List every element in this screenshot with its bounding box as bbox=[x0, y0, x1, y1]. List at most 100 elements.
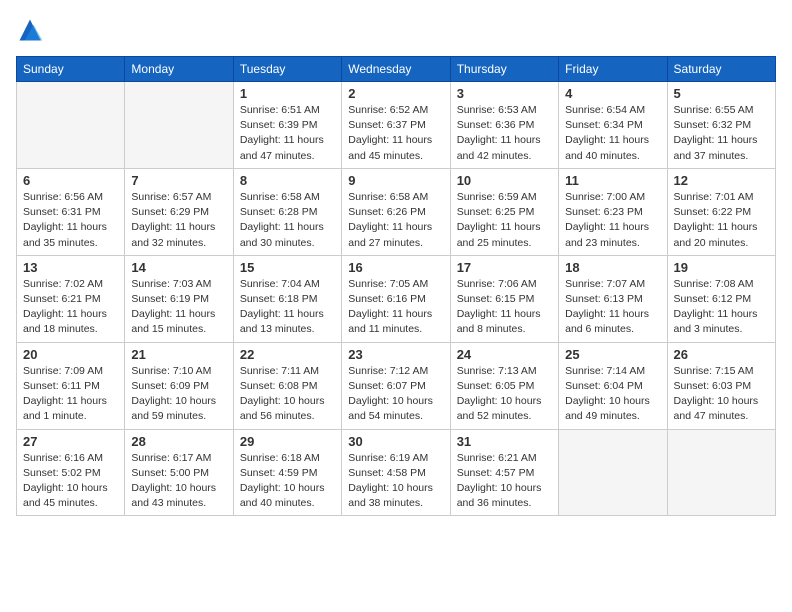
day-info: Sunrise: 7:03 AM Sunset: 6:19 PM Dayligh… bbox=[131, 277, 226, 338]
weekday-header-row: SundayMondayTuesdayWednesdayThursdayFrid… bbox=[17, 57, 776, 82]
calendar-cell bbox=[17, 82, 125, 169]
day-number: 4 bbox=[565, 86, 660, 101]
calendar-cell: 14 Sunrise: 7:03 AM Sunset: 6:19 PM Dayli… bbox=[125, 255, 233, 342]
day-info: Sunrise: 6:53 AM Sunset: 6:36 PM Dayligh… bbox=[457, 103, 552, 164]
calendar-week-row: 13Sunrise: 7:02 AM Sunset: 6:21 PM Dayli… bbox=[17, 255, 776, 342]
calendar-cell: 29 Sunrise: 6:18 AM Sunset: 4:59 PM Dayli… bbox=[233, 429, 341, 516]
day-number: 6 bbox=[23, 173, 118, 188]
day-number: 12 bbox=[674, 173, 769, 188]
calendar-week-row: 1 Sunrise: 6:51 AM Sunset: 6:39 PM Daylig… bbox=[17, 82, 776, 169]
day-number: 3 bbox=[457, 86, 552, 101]
weekday-header: Thursday bbox=[450, 57, 558, 82]
weekday-header: Saturday bbox=[667, 57, 775, 82]
day-info: Sunrise: 7:01 AM Sunset: 6:22 PM Dayligh… bbox=[674, 190, 769, 251]
calendar-cell: 16 Sunrise: 7:05 AM Sunset: 6:16 PM Dayli… bbox=[342, 255, 450, 342]
calendar-cell: 18 Sunrise: 7:07 AM Sunset: 6:13 PM Dayli… bbox=[559, 255, 667, 342]
calendar-week-row: 6 Sunrise: 6:56 AM Sunset: 6:31 PM Daylig… bbox=[17, 168, 776, 255]
day-info: Sunrise: 6:58 AM Sunset: 6:28 PM Dayligh… bbox=[240, 190, 335, 251]
day-info: Sunrise: 7:00 AM Sunset: 6:23 PM Dayligh… bbox=[565, 190, 660, 251]
day-info: Sunrise: 6:18 AM Sunset: 4:59 PM Dayligh… bbox=[240, 451, 335, 512]
day-info: Sunrise: 7:15 AM Sunset: 6:03 PM Dayligh… bbox=[674, 364, 769, 425]
day-number: 30 bbox=[348, 434, 443, 449]
day-number: 2 bbox=[348, 86, 443, 101]
day-number: 27 bbox=[23, 434, 118, 449]
day-info: Sunrise: 6:59 AM Sunset: 6:25 PM Dayligh… bbox=[457, 190, 552, 251]
calendar-cell: 22Sunrise: 7:11 AM Sunset: 6:08 PM Dayli… bbox=[233, 342, 341, 429]
calendar-cell bbox=[667, 429, 775, 516]
day-number: 16 bbox=[348, 260, 443, 275]
day-number: 11 bbox=[565, 173, 660, 188]
day-number: 29 bbox=[240, 434, 335, 449]
calendar-cell: 4 Sunrise: 6:54 AM Sunset: 6:34 PM Daylig… bbox=[559, 82, 667, 169]
day-info: Sunrise: 6:17 AM Sunset: 5:00 PM Dayligh… bbox=[131, 451, 226, 512]
calendar-cell: 9Sunrise: 6:58 AM Sunset: 6:26 PM Daylig… bbox=[342, 168, 450, 255]
calendar-cell: 31 Sunrise: 6:21 AM Sunset: 4:57 PM Dayli… bbox=[450, 429, 558, 516]
day-number: 15 bbox=[240, 260, 335, 275]
day-info: Sunrise: 6:51 AM Sunset: 6:39 PM Dayligh… bbox=[240, 103, 335, 164]
day-number: 14 bbox=[131, 260, 226, 275]
calendar-cell: 30 Sunrise: 6:19 AM Sunset: 4:58 PM Dayli… bbox=[342, 429, 450, 516]
calendar-cell: 23 Sunrise: 7:12 AM Sunset: 6:07 PM Dayli… bbox=[342, 342, 450, 429]
day-info: Sunrise: 7:06 AM Sunset: 6:15 PM Dayligh… bbox=[457, 277, 552, 338]
day-info: Sunrise: 7:14 AM Sunset: 6:04 PM Dayligh… bbox=[565, 364, 660, 425]
calendar-cell: 3 Sunrise: 6:53 AM Sunset: 6:36 PM Daylig… bbox=[450, 82, 558, 169]
weekday-header: Friday bbox=[559, 57, 667, 82]
calendar-cell: 6 Sunrise: 6:56 AM Sunset: 6:31 PM Daylig… bbox=[17, 168, 125, 255]
day-number: 17 bbox=[457, 260, 552, 275]
day-number: 18 bbox=[565, 260, 660, 275]
day-number: 7 bbox=[131, 173, 226, 188]
day-number: 19 bbox=[674, 260, 769, 275]
calendar-cell: 10Sunrise: 6:59 AM Sunset: 6:25 PM Dayli… bbox=[450, 168, 558, 255]
day-number: 9 bbox=[348, 173, 443, 188]
day-info: Sunrise: 7:08 AM Sunset: 6:12 PM Dayligh… bbox=[674, 277, 769, 338]
logo-icon bbox=[16, 16, 44, 44]
day-info: Sunrise: 6:52 AM Sunset: 6:37 PM Dayligh… bbox=[348, 103, 443, 164]
day-info: Sunrise: 7:09 AM Sunset: 6:11 PM Dayligh… bbox=[23, 364, 118, 425]
calendar-cell: 11 Sunrise: 7:00 AM Sunset: 6:23 PM Dayli… bbox=[559, 168, 667, 255]
calendar-cell: 19 Sunrise: 7:08 AM Sunset: 6:12 PM Dayli… bbox=[667, 255, 775, 342]
day-info: Sunrise: 7:13 AM Sunset: 6:05 PM Dayligh… bbox=[457, 364, 552, 425]
calendar-week-row: 27Sunrise: 6:16 AM Sunset: 5:02 PM Dayli… bbox=[17, 429, 776, 516]
day-number: 31 bbox=[457, 434, 552, 449]
day-number: 13 bbox=[23, 260, 118, 275]
day-info: Sunrise: 6:19 AM Sunset: 4:58 PM Dayligh… bbox=[348, 451, 443, 512]
calendar-cell: 27Sunrise: 6:16 AM Sunset: 5:02 PM Dayli… bbox=[17, 429, 125, 516]
day-number: 1 bbox=[240, 86, 335, 101]
calendar-cell: 1 Sunrise: 6:51 AM Sunset: 6:39 PM Daylig… bbox=[233, 82, 341, 169]
calendar-cell: 2 Sunrise: 6:52 AM Sunset: 6:37 PM Daylig… bbox=[342, 82, 450, 169]
calendar-cell: 21Sunrise: 7:10 AM Sunset: 6:09 PM Dayli… bbox=[125, 342, 233, 429]
calendar-cell: 26 Sunrise: 7:15 AM Sunset: 6:03 PM Dayli… bbox=[667, 342, 775, 429]
day-info: Sunrise: 6:57 AM Sunset: 6:29 PM Dayligh… bbox=[131, 190, 226, 251]
calendar-cell: 8 Sunrise: 6:58 AM Sunset: 6:28 PM Daylig… bbox=[233, 168, 341, 255]
day-number: 5 bbox=[674, 86, 769, 101]
calendar-cell: 12 Sunrise: 7:01 AM Sunset: 6:22 PM Dayli… bbox=[667, 168, 775, 255]
weekday-header: Wednesday bbox=[342, 57, 450, 82]
calendar-cell: 13Sunrise: 7:02 AM Sunset: 6:21 PM Dayli… bbox=[17, 255, 125, 342]
day-number: 22 bbox=[240, 347, 335, 362]
day-info: Sunrise: 7:12 AM Sunset: 6:07 PM Dayligh… bbox=[348, 364, 443, 425]
day-info: Sunrise: 7:05 AM Sunset: 6:16 PM Dayligh… bbox=[348, 277, 443, 338]
calendar-cell: 17 Sunrise: 7:06 AM Sunset: 6:15 PM Dayli… bbox=[450, 255, 558, 342]
calendar-cell: 24 Sunrise: 7:13 AM Sunset: 6:05 PM Dayli… bbox=[450, 342, 558, 429]
weekday-header: Tuesday bbox=[233, 57, 341, 82]
day-info: Sunrise: 6:55 AM Sunset: 6:32 PM Dayligh… bbox=[674, 103, 769, 164]
day-number: 23 bbox=[348, 347, 443, 362]
day-number: 26 bbox=[674, 347, 769, 362]
calendar-cell: 28Sunrise: 6:17 AM Sunset: 5:00 PM Dayli… bbox=[125, 429, 233, 516]
day-number: 8 bbox=[240, 173, 335, 188]
day-number: 20 bbox=[23, 347, 118, 362]
day-info: Sunrise: 7:07 AM Sunset: 6:13 PM Dayligh… bbox=[565, 277, 660, 338]
day-info: Sunrise: 6:56 AM Sunset: 6:31 PM Dayligh… bbox=[23, 190, 118, 251]
day-info: Sunrise: 6:21 AM Sunset: 4:57 PM Dayligh… bbox=[457, 451, 552, 512]
day-info: Sunrise: 6:54 AM Sunset: 6:34 PM Dayligh… bbox=[565, 103, 660, 164]
calendar-cell: 5 Sunrise: 6:55 AM Sunset: 6:32 PM Daylig… bbox=[667, 82, 775, 169]
day-number: 24 bbox=[457, 347, 552, 362]
page-header bbox=[16, 16, 776, 44]
day-info: Sunrise: 7:10 AM Sunset: 6:09 PM Dayligh… bbox=[131, 364, 226, 425]
calendar-table: SundayMondayTuesdayWednesdayThursdayFrid… bbox=[16, 56, 776, 516]
calendar-cell: 25 Sunrise: 7:14 AM Sunset: 6:04 PM Dayli… bbox=[559, 342, 667, 429]
weekday-header: Monday bbox=[125, 57, 233, 82]
day-info: Sunrise: 7:04 AM Sunset: 6:18 PM Dayligh… bbox=[240, 277, 335, 338]
calendar-week-row: 20 Sunrise: 7:09 AM Sunset: 6:11 PM Dayli… bbox=[17, 342, 776, 429]
day-number: 25 bbox=[565, 347, 660, 362]
